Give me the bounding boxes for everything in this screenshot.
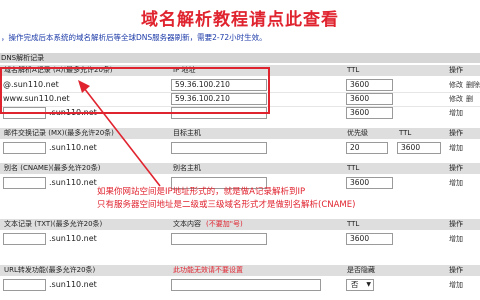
a-add-link[interactable]: 增加 bbox=[449, 107, 463, 119]
url-op-col-label: 操作 bbox=[449, 266, 463, 274]
url-target-input[interactable] bbox=[171, 279, 321, 291]
propagation-notice: ，操作完成后本系统的域名解析后等全球DNS服务器刷新，需要2-72小时生效。 bbox=[1, 33, 267, 42]
a-row1-delete-link[interactable]: 删除 bbox=[466, 79, 480, 91]
chevron-down-icon: ▼ bbox=[366, 281, 371, 288]
a-ttl-col-label: TTL bbox=[347, 66, 360, 74]
mx-host-col-label: 邮件交换记录 (MX)(最多允许20条) bbox=[4, 129, 114, 137]
txt-host-col-label: 文本记录 (TXT)(最多允许20条) bbox=[4, 220, 103, 228]
txt-content-input[interactable] bbox=[171, 233, 267, 245]
mx-priority-input[interactable]: 20 bbox=[346, 142, 388, 154]
url-hidden-value: 否 bbox=[351, 280, 359, 289]
mx-add-link[interactable]: 增加 bbox=[449, 142, 463, 154]
txt-op-col-label: 操作 bbox=[449, 220, 463, 228]
url-disabled-warning: 此功能无效请不要设置 bbox=[173, 266, 243, 274]
mx-priority-col-label: 优先级 bbox=[347, 129, 368, 137]
mx-target-input[interactable] bbox=[171, 142, 267, 154]
mx-ttl-col-label: TTL bbox=[399, 129, 412, 137]
mx-record-header: 邮件交换记录 (MX)(最多允许20条) 目标主机 优先级 TTL 操作 bbox=[0, 128, 480, 139]
cname-ttl-col-label: TTL bbox=[347, 164, 360, 172]
a-row1-ttl-input[interactable]: 3600 bbox=[346, 79, 393, 91]
mx-ttl-input[interactable]: 3600 bbox=[397, 142, 441, 154]
cname-add-link[interactable]: 增加 bbox=[449, 177, 463, 189]
mx-op-col-label: 操作 bbox=[449, 129, 463, 137]
txt-ttl-col-label: TTL bbox=[347, 220, 360, 228]
txt-content-note: (不要加"号) bbox=[206, 220, 243, 228]
a-op-col-label: 操作 bbox=[449, 66, 463, 74]
txt-ttl-input[interactable]: 3600 bbox=[346, 233, 393, 245]
txt-domain-suffix: .sun110.net bbox=[49, 234, 97, 243]
url-add-link[interactable]: 增加 bbox=[449, 279, 463, 291]
cname-op-col-label: 操作 bbox=[449, 164, 463, 172]
mx-target-col-label: 目标主机 bbox=[173, 129, 201, 137]
cname-host-input[interactable] bbox=[3, 177, 46, 189]
a-row1-edit-link[interactable]: 修改 bbox=[449, 79, 463, 91]
txt-content-col-label: 文本内容 bbox=[173, 220, 201, 228]
url-domain-suffix: .sun110.net bbox=[49, 280, 97, 289]
txt-host-input[interactable] bbox=[3, 233, 46, 245]
a-row2-ttl-input[interactable]: 3600 bbox=[346, 93, 393, 105]
cname-domain-suffix: .sun110.net bbox=[49, 178, 97, 187]
url-host-input[interactable] bbox=[3, 279, 46, 291]
a-row2-edit-link[interactable]: 修改 bbox=[449, 93, 463, 105]
annotation-line-2: 只有服务器空间地址是二级或三级域名形式才是做别名解析(CNAME) bbox=[97, 200, 356, 210]
url-hidden-col-label: 是否隐藏 bbox=[347, 266, 375, 274]
mx-host-input[interactable] bbox=[3, 142, 46, 154]
a-new-ttl-input[interactable]: 3600 bbox=[346, 107, 393, 119]
a-record-highlight-box bbox=[0, 67, 270, 114]
tutorial-link-title[interactable]: 域名解析教程请点此查看 bbox=[0, 5, 480, 30]
tutorial-annotation: 如果你网站空间是IP地址形式的，就是做A记录解析到IP 只有服务器空间地址是二级… bbox=[97, 186, 397, 212]
dns-section-header: DNS解析记录 bbox=[0, 53, 480, 63]
cname-alias-col-label: 别名主机 bbox=[173, 164, 201, 172]
url-forward-header: URL转发功能(最多允许20条) 此功能无效请不要设置 是否隐藏 操作 bbox=[0, 265, 480, 276]
cname-host-col-label: 别名 (CNAME)(最多允许20条) bbox=[4, 164, 101, 172]
url-hidden-select[interactable]: 否 ▼ bbox=[346, 279, 374, 291]
a-row2-delete-link[interactable]: 删 bbox=[466, 93, 473, 105]
txt-record-header: 文本记录 (TXT)(最多允许20条) 文本内容 (不要加"号) TTL 操作 bbox=[0, 219, 480, 230]
annotation-line-1: 如果你网站空间是IP地址形式的，就是做A记录解析到IP bbox=[97, 187, 306, 197]
txt-add-link[interactable]: 增加 bbox=[449, 233, 463, 245]
url-host-col-label: URL转发功能(最多允许20条) bbox=[4, 266, 96, 274]
cname-record-header: 别名 (CNAME)(最多允许20条) 别名主机 TTL 操作 bbox=[0, 163, 480, 174]
mx-domain-suffix: .sun110.net bbox=[49, 143, 97, 152]
